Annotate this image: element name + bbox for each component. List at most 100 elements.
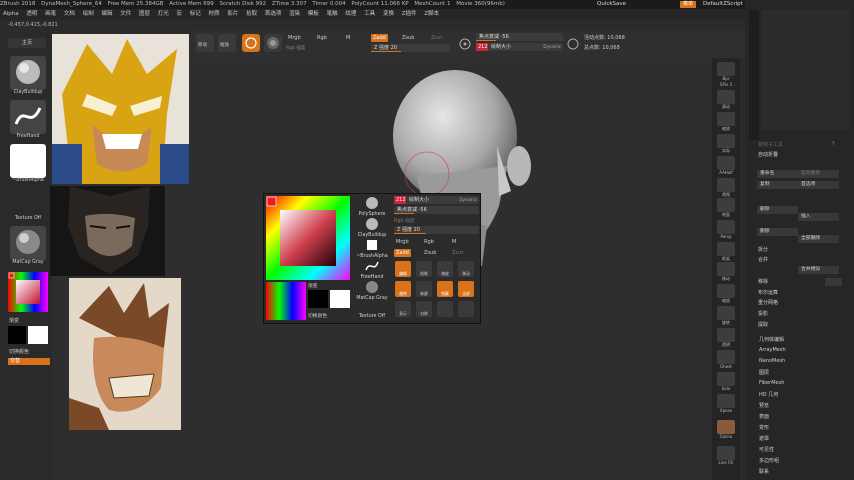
menu-item[interactable]: 模板: [308, 11, 319, 17]
rtool-frame[interactable]: 框架: [716, 242, 736, 262]
popup-tool-claybuildup[interactable]: ClayBuildup: [352, 217, 392, 238]
masking-menu[interactable]: 遮罩: [759, 435, 769, 442]
popup-main-color[interactable]: [308, 290, 328, 308]
menu-item[interactable]: 文档: [64, 11, 75, 17]
delete-button[interactable]: 删除: [757, 206, 798, 214]
rtool-bpr[interactable]: Bpr: [716, 62, 736, 81]
delete-other-button[interactable]: 删除: [757, 228, 798, 236]
preview-menu[interactable]: 预览: [759, 402, 769, 409]
remove-toggle[interactable]: [825, 278, 842, 286]
popup-extra-button-2[interactable]: [458, 301, 474, 317]
hd-geometry-menu[interactable]: HD 几何: [759, 391, 778, 398]
popup-new-button[interactable]: 新建: [416, 281, 432, 297]
menu-item[interactable]: 纹理: [345, 11, 356, 17]
alpha-slot[interactable]: ~BrushAlpha: [10, 144, 46, 183]
boolean-section[interactable]: 布尔运算: [758, 289, 778, 296]
draw-button[interactable]: [242, 34, 260, 52]
popup-z-intensity-slider[interactable]: Z 强度 20: [394, 226, 479, 234]
secondary-color-swatch[interactable]: [28, 326, 48, 344]
stroke-slot-freehand[interactable]: FreeHand: [10, 100, 46, 139]
popup-color-picker[interactable]: [266, 196, 350, 280]
duplicate-subtool[interactable]: 复制子工具: [758, 141, 783, 148]
main-color-swatch[interactable]: [8, 326, 26, 344]
menus-toggle[interactable]: 菜单: [680, 1, 697, 8]
texture-slot[interactable]: Texture Off: [10, 216, 46, 221]
menu-item[interactable]: Z插件: [402, 11, 417, 17]
rtool-ghost[interactable]: Ghost: [716, 350, 736, 369]
menu-item[interactable]: 标记: [190, 11, 201, 17]
popup-rgb-intensity[interactable]: Rgb 强度: [394, 217, 415, 224]
popup-gradient-picker[interactable]: [266, 282, 306, 320]
rtool-scroll[interactable]: 滚动: [716, 90, 736, 110]
insert-button[interactable]: 插入: [798, 213, 839, 221]
menu-item[interactable]: Z脚本: [424, 11, 439, 17]
focal-shift-slider[interactable]: 焦点衰减 -56: [476, 33, 563, 41]
m-button[interactable]: M: [344, 34, 352, 42]
popup-m-button[interactable]: M: [450, 238, 458, 246]
popup-zcut-button[interactable]: Zcut: [450, 249, 465, 257]
delete-all-button[interactable]: 全部删除: [798, 235, 839, 243]
menu-item[interactable]: 画笔: [45, 11, 56, 17]
rtool-persp[interactable]: 透视: [716, 178, 736, 198]
rtool-gizmo[interactable]: Gizmo: [716, 420, 736, 439]
menu-item[interactable]: 透明: [26, 11, 37, 17]
popup-focal-slider[interactable]: 焦点衰减 -56: [394, 206, 479, 214]
merge-section[interactable]: 合并: [758, 256, 768, 263]
popup-extra-button-1[interactable]: [437, 301, 453, 317]
rtool-solo[interactable]: Solo: [716, 372, 736, 391]
panel-scroll-strip[interactable]: [749, 10, 759, 140]
popup-zsub-button[interactable]: Zsub: [422, 249, 438, 257]
menu-item[interactable]: 变换: [383, 11, 394, 17]
reference-image-sketch[interactable]: [69, 278, 181, 430]
reference-image-photo[interactable]: [50, 186, 165, 276]
merge-similar-button[interactable]: 合并相似: [798, 266, 839, 274]
rtool-floor[interactable]: 地面: [716, 198, 736, 218]
zadd-button[interactable]: Zadd: [371, 34, 388, 42]
quicksave-button[interactable]: QuickSave: [597, 1, 626, 7]
auto-collapse[interactable]: 自动折叠: [758, 151, 778, 158]
z-intensity-slider[interactable]: Z 强度 20: [371, 44, 450, 52]
menu-item[interactable]: 笔触: [327, 11, 338, 17]
popup-symmetry-button[interactable]: 对称: [416, 301, 432, 317]
draw-size-slider[interactable]: 绘制大小 Dynamic: [488, 43, 563, 51]
popup-show-button[interactable]: 显示: [395, 301, 411, 317]
menu-item[interactable]: 首选项: [265, 11, 282, 17]
popup-scale-button[interactable]: 缩放: [437, 261, 453, 277]
rtool-xpose[interactable]: Xpose: [716, 394, 736, 413]
rtool-xyz[interactable]: 移动: [716, 262, 736, 282]
menu-item[interactable]: 工具: [364, 11, 375, 17]
switch-color-button[interactable]: 切换颜色: [9, 348, 29, 355]
popup-rgb-button[interactable]: Rgb: [422, 238, 436, 246]
mrgb-button[interactable]: Mrgb: [286, 34, 303, 42]
default-script[interactable]: DefaultZScript: [703, 1, 743, 7]
layers-menu[interactable]: 图层: [759, 369, 769, 376]
geometry-menu[interactable]: 几何体编辑: [759, 336, 784, 343]
popup-zadd-button[interactable]: Zadd: [394, 249, 411, 257]
popup-all-button[interactable]: 全部: [458, 281, 474, 297]
menu-item[interactable]: 渲染: [289, 11, 300, 17]
surface-menu[interactable]: 表面: [759, 413, 769, 420]
popup-tool-polysphere[interactable]: PolySphere: [352, 196, 392, 217]
copy-button[interactable]: 复制: [757, 181, 798, 189]
rtool-scale[interactable]: 缩放: [716, 284, 736, 304]
rtool-spix[interactable]: SPix 3: [716, 82, 736, 87]
popup-move-button[interactable]: 移动: [458, 261, 474, 277]
color-picker-small[interactable]: [8, 272, 48, 312]
material-slot[interactable]: MatCap Gray: [10, 226, 46, 265]
alternate-toggle[interactable]: 交替: [8, 358, 50, 365]
move-up-icon[interactable]: ↑: [831, 141, 835, 147]
menu-item[interactable]: 材质: [209, 11, 220, 17]
popup-edit-button[interactable]: 编辑: [395, 261, 411, 277]
menu-item[interactable]: 宏: [177, 11, 183, 17]
menu-item[interactable]: 灯光: [158, 11, 169, 17]
menu-item[interactable]: 拾取: [246, 11, 257, 17]
popup-hide-button[interactable]: 隐藏: [437, 281, 453, 297]
menu-item[interactable]: 编辑: [101, 11, 112, 17]
popup-tool-freehand[interactable]: FreeHand: [352, 259, 392, 280]
popup-texture-off[interactable]: Texture Off: [352, 314, 392, 319]
menu-item[interactable]: 绘制: [83, 11, 94, 17]
prefs-button[interactable]: 首选项: [798, 181, 839, 189]
fibermesh-menu[interactable]: FiberMesh: [759, 380, 784, 386]
auto-reorder-button[interactable]: 自动重新: [798, 170, 839, 178]
popup-tool-material[interactable]: MatCap Gray: [352, 280, 392, 301]
